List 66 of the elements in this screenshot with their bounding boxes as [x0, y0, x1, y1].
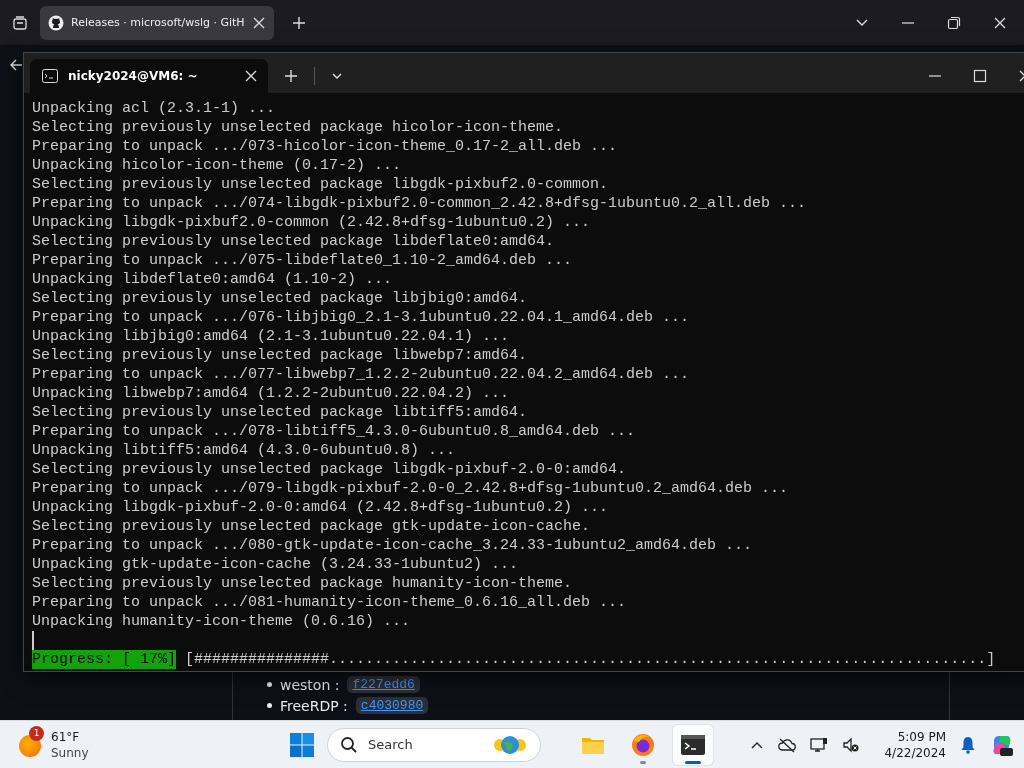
weather-condition: Sunny [51, 744, 89, 761]
terminal-line: Unpacking libgdk-pixbuf2.0-common (2.42.8+dfsg-1ubuntu0.2) ... [32, 213, 592, 232]
monitor-icon[interactable] [810, 736, 829, 753]
commit-link[interactable]: c4030980 [355, 697, 429, 714]
new-tab-icon[interactable] [284, 69, 298, 83]
bullet-dot [267, 703, 272, 708]
terminal-tab[interactable]: nicky2024@VM6: ~ [30, 59, 268, 93]
terminal-line: Unpacking libtiff5:amd64 (4.3.0-6ubuntu0.8) ... [32, 441, 457, 460]
search-box[interactable]: Search [327, 727, 541, 762]
tab-title: Releases · microsoft/wslg · GitH [71, 16, 245, 29]
github-logo-icon [48, 14, 64, 31]
terminal-line: Preparing to unpack .../080-gtk-update-icon-cache_3.24.33-1ubuntu2_amd64.deb ... [32, 536, 754, 555]
terminal-line: Unpacking libdeflate0:amd64 (1.10-2) ... [32, 270, 394, 289]
taskbar-app-button[interactable] [673, 724, 713, 765]
terminal-line: Unpacking libwebp7:amd64 (1.2.2-2ubuntu0.22.04.2) ... [32, 384, 511, 403]
terminal-line: Selecting previously unselected package libgdk-pixbuf-2.0-0:amd64. [32, 460, 628, 479]
back-arrow-icon[interactable] [9, 58, 23, 72]
terminal-line: Unpacking hicolor-icon-theme (0.17-2) ... [32, 156, 403, 175]
tab-list-icon[interactable] [12, 14, 28, 31]
terminal-icon [42, 69, 58, 83]
component-label: FreeRDP : [280, 697, 348, 714]
terminal-line: Selecting previously unselected package gtk-update-icon-cache. [32, 517, 592, 536]
cloud-off-icon[interactable] [778, 736, 797, 753]
speaker-muted-icon[interactable] [842, 736, 861, 753]
new-tab-icon[interactable] [291, 15, 306, 30]
terminal-line: Selecting previously unselected package hicolor-icon-theme. [32, 118, 565, 137]
terminal-line: Preparing to unpack .../079-libgdk-pixbuf-2.0-0_2.42.8+dfsg-1ubuntu0.2_amd64.deb ... [32, 479, 790, 498]
firefox-icon [630, 731, 656, 758]
close-icon[interactable] [244, 69, 258, 83]
terminal-line: Selecting previously unselected package libgdk-pixbuf2.0-common. [32, 175, 610, 194]
terminal-line: Preparing to unpack .../075-libdeflate0_1.10-2_amd64.deb ... [32, 251, 574, 270]
terminal-line: Unpacking acl (2.3.1-1) ... [32, 99, 277, 118]
terminal-line: Preparing to unpack .../074-libgdk-pixbuf2.0-common_2.42.8+dfsg-1ubuntu0.2_all.deb ... [32, 194, 808, 213]
close-icon[interactable] [993, 15, 1007, 30]
search-label: Search [368, 737, 414, 752]
notification-badge: 1 [29, 725, 44, 741]
terminal-line: Preparing to unpack .../081-humanity-icon-theme_0.6.16_all.deb ... [32, 593, 628, 612]
tab-title: nicky2024@VM6: ~ [68, 69, 199, 83]
terminal-line: Selecting previously unselected package libtiff5:amd64. [32, 403, 529, 422]
temperature: 61°F [51, 728, 81, 745]
terminal-line: Unpacking libgdk-pixbuf-2.0-0:amd64 (2.42.8+dfsg-1ubuntu0.2) ... [32, 498, 610, 517]
progress-bar-text: [###############.........................................................................] [185, 650, 996, 669]
terminal-line: Preparing to unpack .../078-libtiff5_4.3.0-6ubuntu0.8_amd64.deb ... [32, 422, 637, 441]
windows-start-icon[interactable] [289, 731, 315, 758]
terminal-line: Selecting previously unselected package libjbig0:amd64. [32, 289, 529, 308]
terminal-line: Unpacking humanity-icon-theme (0.6.16) ... [32, 612, 412, 631]
terminal-line: Selecting previously unselected package libwebp7:amd64. [32, 346, 529, 365]
browser-tab[interactable]: Releases · microsoft/wslg · GitH [40, 5, 274, 40]
progress-label: Progress: [ 17%] [32, 650, 177, 669]
bullet-dot [267, 682, 272, 687]
terminal-line: Preparing to unpack .../077-libwebp7_1.2.2-2ubuntu0.22.04.2_amd64.deb ... [32, 365, 691, 384]
terminal-line: Preparing to unpack .../073-hicolor-icon-theme_0.17-2_all.deb ... [32, 137, 619, 156]
clock-date[interactable]: 4/22/2024 [884, 744, 946, 761]
clock-time[interactable]: 5:09 PM [897, 728, 946, 745]
restore-icon[interactable] [947, 15, 961, 30]
terminal-line: Selecting previously unselected package humanity-icon-theme. [32, 574, 574, 593]
component-label: weston : [280, 676, 340, 693]
terminal-line: Preparing to unpack .../076-libjbig0_2.1-3.1ubuntu0.22.04.1_amd64.deb ... [32, 308, 691, 327]
terminal-line: Unpacking libjbig0:amd64 (2.1-3.1ubuntu0.22.04.1) ... [32, 327, 511, 346]
search-icon [340, 735, 358, 754]
terminal-line: Selecting previously unselected package libdeflate0:amd64. [32, 232, 556, 251]
terminal-line: Unpacking gtk-update-icon-cache (3.24.33-1ubuntu2) ... [32, 555, 520, 574]
text-cursor [32, 631, 34, 650]
bell-icon[interactable] [960, 735, 976, 754]
maximize-icon[interactable] [973, 69, 987, 83]
close-icon[interactable] [251, 15, 266, 30]
